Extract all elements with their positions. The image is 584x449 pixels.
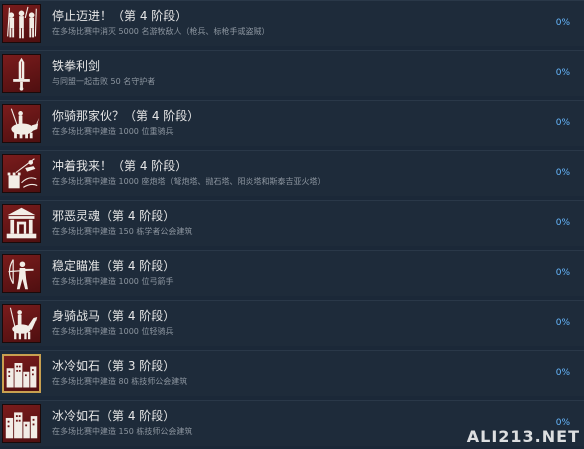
rhino-rider-icon bbox=[2, 104, 41, 143]
temple-icon bbox=[2, 204, 41, 243]
archer-icon bbox=[2, 254, 41, 293]
achievement-row[interactable]: 邪恶灵魂（第 4 阶段） 在多场比赛中建造 150 栋学者公会建筑 0% bbox=[0, 200, 584, 246]
achievement-description: 与同盟一起击败 50 名守护者 bbox=[52, 77, 156, 86]
horseman-icon bbox=[2, 304, 41, 343]
achievement-title: 停止迈进！（第 4 阶段） bbox=[52, 9, 188, 23]
achievement-title: 邪恶灵魂（第 4 阶段） bbox=[52, 209, 176, 223]
achievement-progress: 0% bbox=[555, 268, 570, 278]
achievement-description: 在多场比赛中建造 1000 位重骑兵 bbox=[52, 127, 174, 136]
city-icon bbox=[2, 404, 41, 443]
achievement-title: 冲着我来！（第 4 阶段） bbox=[52, 159, 188, 173]
achievement-progress: 0% bbox=[555, 168, 570, 178]
achievement-progress: 0% bbox=[555, 218, 570, 228]
achievement-title: 铁拳利剑 bbox=[52, 59, 101, 73]
tower-icon bbox=[2, 154, 41, 193]
achievement-title: 你骑那家伙？（第 4 阶段） bbox=[52, 109, 200, 123]
achievement-description: 在多场比赛中消灭 5000 名游牧敌人（枪兵、标枪手或盗贼） bbox=[52, 27, 270, 36]
achievement-row[interactable]: 停止迈进！（第 4 阶段） 在多场比赛中消灭 5000 名游牧敌人（枪兵、标枪手… bbox=[0, 0, 584, 46]
city-icon bbox=[2, 354, 41, 393]
achievement-description: 在多场比赛中建造 1000 位轻骑兵 bbox=[52, 327, 174, 336]
achievement-row[interactable]: 你骑那家伙？（第 4 阶段） 在多场比赛中建造 1000 位重骑兵 0% bbox=[0, 100, 584, 146]
achievement-row[interactable]: 冰冷如石（第 3 阶段） 在多场比赛中建造 80 栋技师公会建筑 0% bbox=[0, 350, 584, 396]
sword-icon bbox=[2, 54, 41, 93]
achievement-description: 在多场比赛中建造 150 栋学者公会建筑 bbox=[52, 227, 193, 236]
site-watermark: ALI213.NET bbox=[466, 427, 580, 446]
achievement-progress: 0% bbox=[555, 18, 570, 28]
achievement-description: 在多场比赛中建造 150 栋技师公会建筑 bbox=[52, 427, 193, 436]
achievement-title: 冰冷如石（第 4 阶段） bbox=[52, 409, 176, 423]
achievement-row[interactable]: 稳定瞄准（第 4 阶段） 在多场比赛中建造 1000 位弓箭手 0% bbox=[0, 250, 584, 296]
achievement-description: 在多场比赛中建造 80 栋技师公会建筑 bbox=[52, 377, 188, 386]
achievement-progress: 0% bbox=[555, 118, 570, 128]
achievement-row[interactable]: 冲着我来！（第 4 阶段） 在多场比赛中建造 1000 座炮塔（弩炮塔、抛石塔、… bbox=[0, 150, 584, 196]
achievement-description: 在多场比赛中建造 1000 座炮塔（弩炮塔、抛石塔、阳炎塔和斯泰吉亚火塔） bbox=[52, 177, 326, 186]
warriors-icon bbox=[2, 4, 41, 43]
achievement-description: 在多场比赛中建造 1000 位弓箭手 bbox=[52, 277, 174, 286]
achievement-title: 冰冷如石（第 3 阶段） bbox=[52, 359, 176, 373]
achievement-title: 身骑战马（第 4 阶段） bbox=[52, 309, 176, 323]
achievement-row[interactable]: 铁拳利剑 与同盟一起击败 50 名守护者 0% bbox=[0, 50, 584, 96]
achievement-row[interactable]: 身骑战马（第 4 阶段） 在多场比赛中建造 1000 位轻骑兵 0% bbox=[0, 300, 584, 346]
achievement-progress: 0% bbox=[555, 68, 570, 78]
achievement-title: 稳定瞄准（第 4 阶段） bbox=[52, 259, 176, 273]
achievement-progress: 0% bbox=[555, 318, 570, 328]
achievement-progress: 0% bbox=[555, 368, 570, 378]
